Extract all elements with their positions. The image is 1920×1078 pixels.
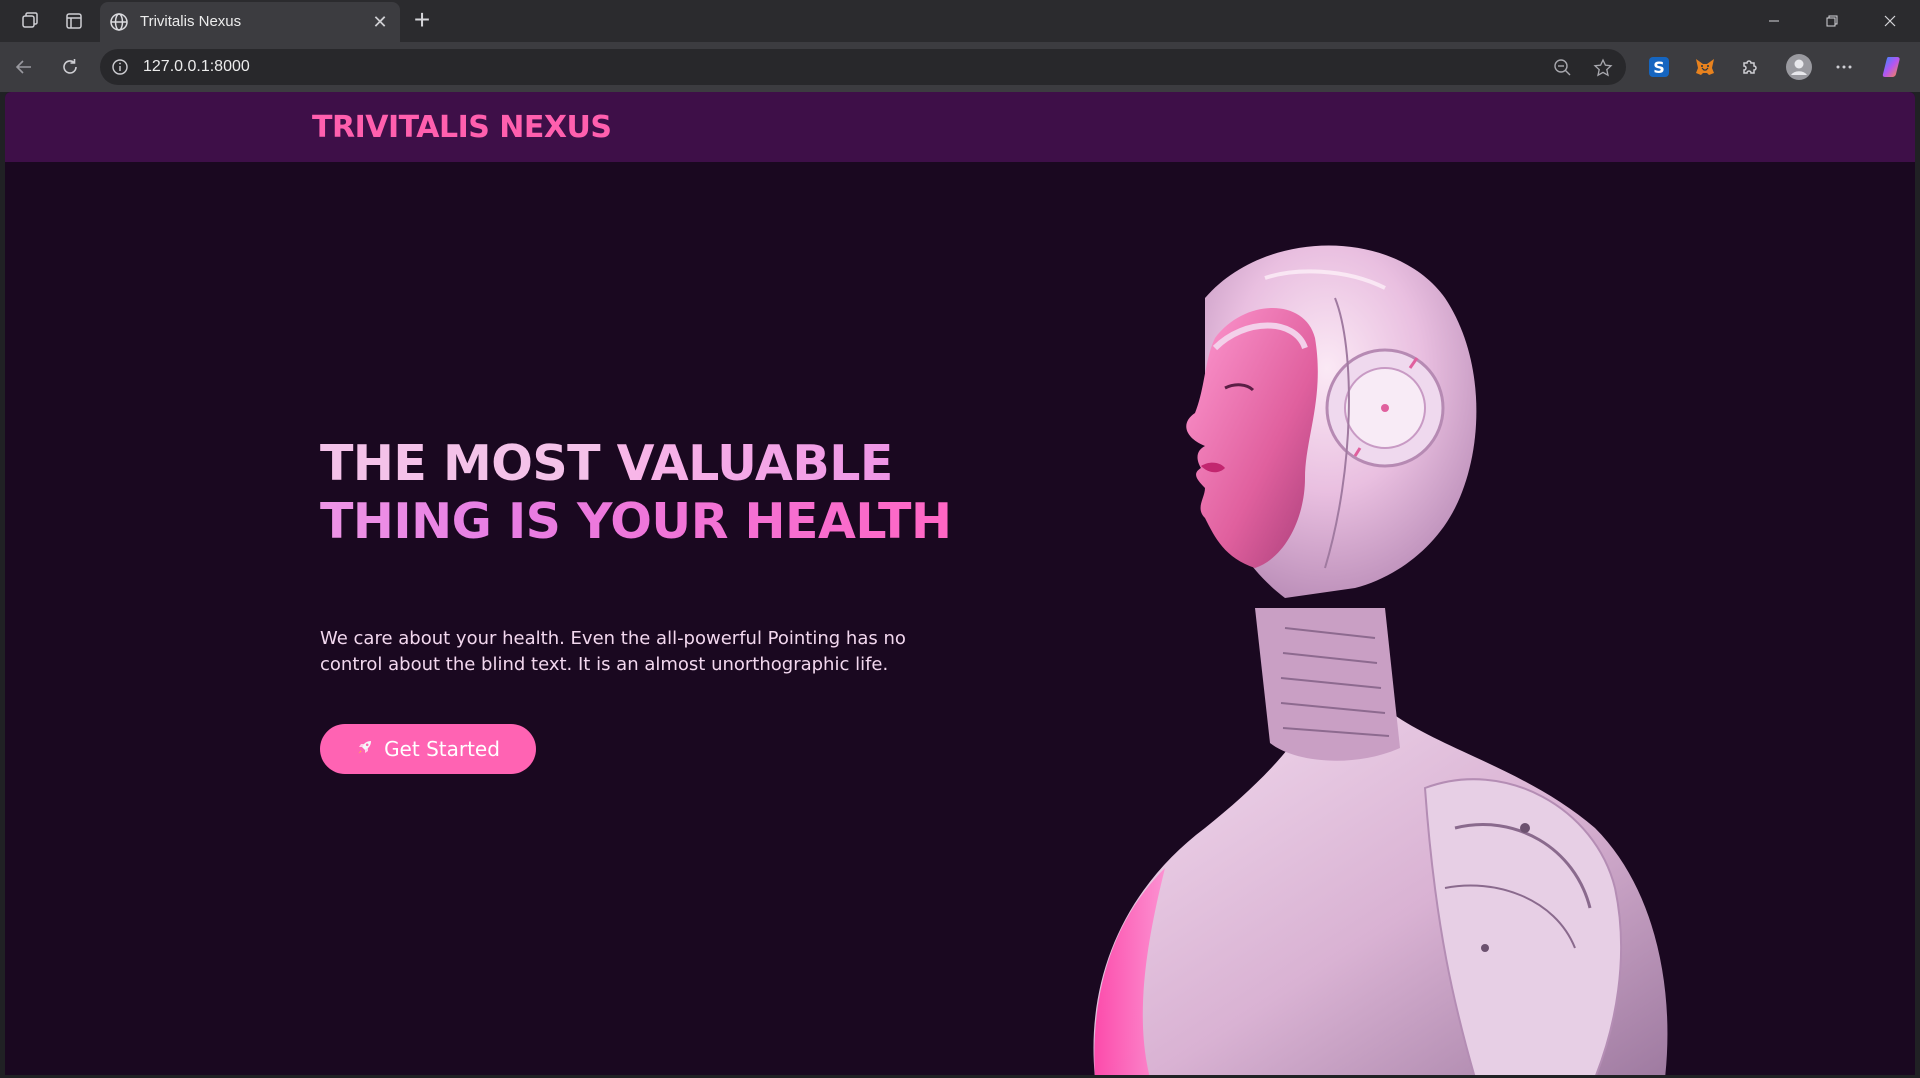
copilot-icon[interactable] — [1878, 52, 1908, 82]
site-header: TRIVITALIS NEXUS — [5, 92, 1915, 162]
hero-title: THE MOST VALUABLE THING IS YOUR HEALTH — [320, 435, 980, 551]
rocket-icon — [356, 738, 374, 761]
browser-toolbar: 127.0.0.1:8000 S — [0, 42, 1920, 92]
restore-icon[interactable] — [1810, 6, 1854, 36]
address-bar[interactable]: 127.0.0.1:8000 — [100, 49, 1626, 85]
get-started-button[interactable]: Get Started — [320, 724, 536, 774]
globe-icon — [108, 11, 130, 33]
close-window-icon[interactable] — [1868, 6, 1912, 36]
minimize-icon[interactable] — [1752, 6, 1796, 36]
back-icon[interactable] — [10, 53, 38, 81]
workspaces-icon[interactable] — [18, 9, 42, 33]
metamask-fox-icon[interactable] — [1690, 52, 1720, 82]
vertical-tabs-icon[interactable] — [62, 9, 86, 33]
zoom-out-icon[interactable] — [1552, 57, 1574, 79]
close-tab-icon[interactable]: ✕ — [368, 10, 392, 34]
new-tab-button[interactable]: + — [408, 6, 436, 35]
svg-text:S: S — [1653, 58, 1665, 77]
s-extension-icon[interactable]: S — [1644, 52, 1674, 82]
site-logo-text[interactable]: TRIVITALIS NEXUS — [312, 110, 612, 145]
tab-strip: Trivitalis Nexus ✕ + — [0, 0, 1920, 42]
get-started-label: Get Started — [384, 737, 500, 761]
hero-title-part1: THE MOST — [320, 435, 617, 492]
page-viewport: TRIVITALIS NEXUS THE MOST VALUABLE THING… — [5, 92, 1915, 1075]
site-info-icon[interactable] — [110, 57, 130, 77]
hero-description: We care about your health. Even the all-… — [320, 628, 906, 675]
tab-trivitalis-nexus[interactable]: Trivitalis Nexus ✕ — [100, 2, 400, 42]
url-text: 127.0.0.1:8000 — [143, 58, 250, 75]
extensions-puzzle-icon[interactable] — [1735, 52, 1765, 82]
tab-title: Trivitalis Nexus — [140, 13, 242, 30]
robot-woman-illustration — [1093, 245, 1668, 1075]
profile-avatar-icon[interactable] — [1784, 52, 1814, 82]
favorite-star-icon[interactable] — [1592, 57, 1614, 79]
more-options-icon[interactable] — [1829, 52, 1859, 82]
reload-icon[interactable] — [56, 53, 84, 81]
